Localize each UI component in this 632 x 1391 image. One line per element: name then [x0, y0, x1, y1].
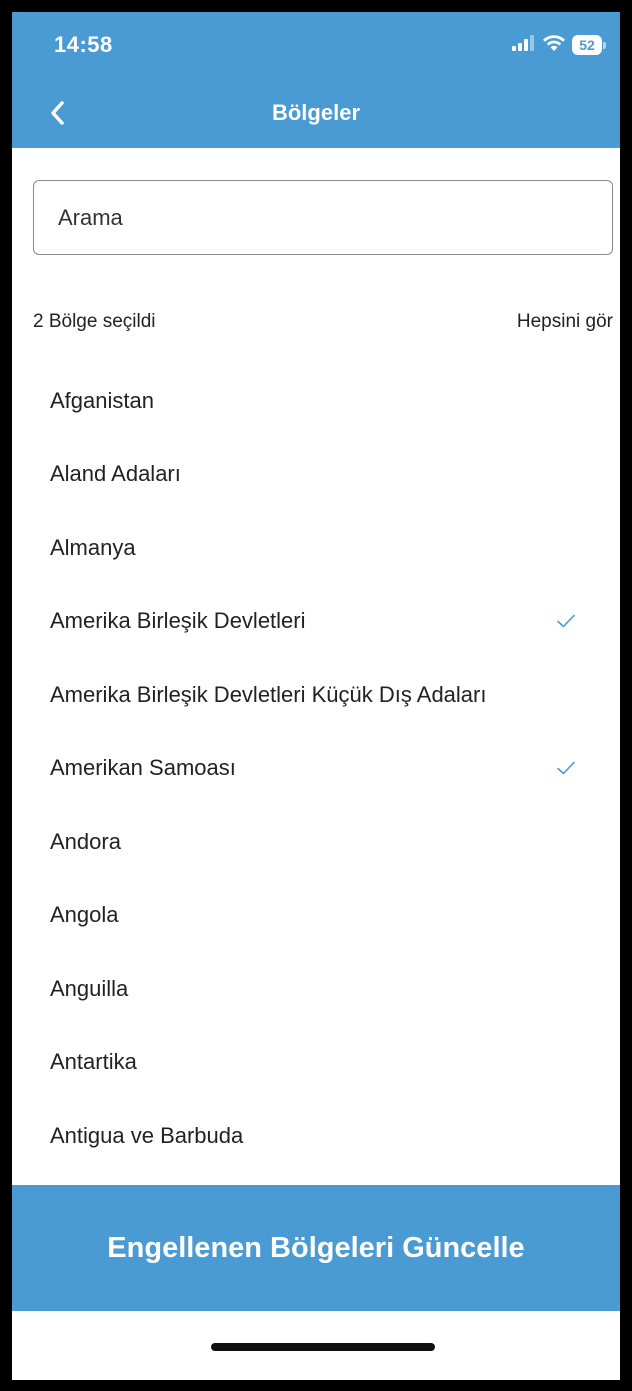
- battery-cap: [603, 41, 606, 49]
- region-label: Angola: [50, 902, 119, 928]
- region-item[interactable]: Anguilla: [12, 952, 620, 1026]
- status-icons: 52: [512, 34, 606, 56]
- search-input[interactable]: [33, 180, 613, 255]
- region-item[interactable]: Amerikan Samoası: [12, 732, 620, 806]
- region-item[interactable]: Angola: [12, 879, 620, 953]
- battery-icon: 52: [572, 35, 602, 55]
- home-indicator: [211, 1343, 435, 1351]
- region-label: Amerika Birleşik Devletleri: [50, 608, 306, 634]
- phone-screen: 14:58 52 Bölgeler Arama 2 Bölge seçildi …: [12, 12, 620, 1380]
- region-item[interactable]: Aland Adaları: [12, 438, 620, 512]
- region-item[interactable]: Amerika Birleşik Devletleri: [12, 585, 620, 659]
- region-label: Aland Adaları: [50, 461, 181, 487]
- region-item[interactable]: Amerika Birleşik Devletleri Küçük Dış Ad…: [12, 658, 620, 732]
- region-list: Afganistan Aland Adaları Almanya Amerika…: [12, 364, 620, 1173]
- region-item[interactable]: Almanya: [12, 511, 620, 585]
- check-icon: [557, 761, 575, 775]
- region-item[interactable]: Antigua ve Barbuda: [12, 1099, 620, 1173]
- region-item[interactable]: Andora: [12, 805, 620, 879]
- region-label: Almanya: [50, 534, 136, 560]
- check-icon: [557, 614, 575, 628]
- region-item[interactable]: Afganistan: [12, 364, 620, 438]
- region-label: Anguilla: [50, 975, 129, 1001]
- wifi-icon: [542, 34, 566, 57]
- see-all-link[interactable]: Hepsini gör: [517, 311, 613, 333]
- update-blocked-regions-button[interactable]: Engellenen Bölgeleri Güncelle: [12, 1185, 620, 1311]
- selected-count-text: 2 Bölge seçildi: [33, 311, 156, 332]
- region-label: Andora: [50, 828, 121, 854]
- region-label: Antigua ve Barbuda: [50, 1122, 244, 1148]
- app-header: 14:58 52 Bölgeler: [12, 12, 620, 148]
- region-label: Antartika: [50, 1049, 137, 1075]
- status-time: 14:58: [54, 32, 113, 57]
- region-label: Amerikan Samoası: [50, 755, 236, 781]
- signal-icon: [512, 34, 534, 56]
- region-label: Amerika Birleşik Devletleri Küçük Dış Ad…: [50, 681, 487, 707]
- region-item[interactable]: Antartika: [12, 1026, 620, 1100]
- page-title: Bölgeler: [271, 100, 361, 125]
- region-label: Afganistan: [50, 387, 154, 413]
